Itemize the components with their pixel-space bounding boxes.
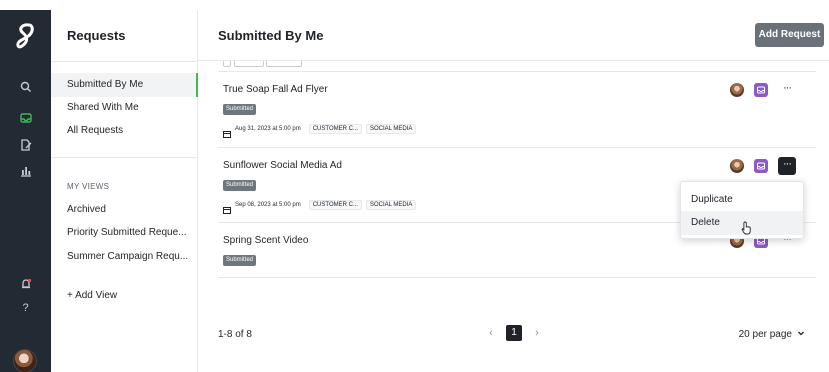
panel-title: Requests [67,28,126,43]
more-actions-button[interactable]: ··· [778,81,796,99]
help-icon[interactable]: ? [0,302,51,314]
requests-panel: Requests Submitted By Me Shared With Me … [51,10,198,372]
inbox-icon[interactable] [754,83,768,97]
pagination: ‹ 1 › [486,325,542,341]
table-row[interactable]: True Soap Fall Ad Flyer Submitted Aug 31… [218,71,816,147]
calendar-icon [223,201,231,214]
assignee-avatar[interactable] [730,83,744,97]
inbox-icon[interactable] [19,111,33,125]
edit-doc-icon[interactable] [19,138,33,152]
avatar[interactable] [13,349,37,372]
search-icon[interactable] [19,80,33,94]
panel-divider [51,157,198,158]
chart-icon[interactable] [19,164,33,178]
request-title[interactable]: Sunflower Social Media Ad [223,160,342,171]
view-item-summer-campaign[interactable]: Summer Campaign Requ... [51,245,198,269]
row-actions: ··· [730,81,796,99]
request-meta: Aug 31, 2023 at 5:00 pm CUSTOMER C... SO… [223,123,417,138]
page-button-current[interactable]: 1 [506,325,522,341]
assignee-avatar[interactable] [730,159,744,173]
add-view-button[interactable]: + Add View [67,290,117,301]
page-title: Submitted By Me [218,28,324,43]
calendar-icon [223,125,231,138]
list-divider [218,277,816,278]
tag: SOCIAL MEDIA [365,124,417,134]
scrolled-row-fragment [218,61,816,71]
row-actions: ··· [730,157,796,175]
chevron-down-icon [797,329,805,340]
request-title[interactable]: True Soap Fall Ad Flyer [223,84,328,95]
sidebar-item-all-requests[interactable]: All Requests [51,119,198,143]
app-rail: ? [0,10,51,372]
sidebar-item-submitted-by-me[interactable]: Submitted By Me [51,73,198,97]
request-meta: Sep 08, 2023 at 5:00 pm CUSTOMER C... SO… [223,199,417,214]
status-badge: Submitted [223,180,257,191]
tag: CUSTOMER C... [308,124,362,134]
due-date: Aug 31, 2023 at 5:00 pm [235,126,301,132]
add-view-label: + Add View [67,290,118,301]
chevron-left-icon[interactable]: ‹ [486,327,496,339]
more-actions-button[interactable]: ··· [778,157,796,175]
tag: CUSTOMER C... [308,200,362,210]
status-badge: Submitted [223,104,257,115]
tag: SOCIAL MEDIA [365,200,417,210]
logo-icon[interactable] [14,22,36,50]
pagination-range: 1-8 of 8 [218,329,252,340]
notification-icon[interactable] [19,277,33,291]
chevron-right-icon[interactable]: › [532,327,542,339]
sidebar-item-shared-with-me[interactable]: Shared With Me [51,96,198,120]
pointer-cursor-icon [741,221,753,235]
per-page-label: 20 per page [738,329,792,340]
menu-item-duplicate[interactable]: Duplicate [681,188,803,212]
request-title[interactable]: Spring Scent Video [223,235,308,246]
my-views-label: MY VIEWS [67,182,110,191]
panel-divider [51,61,198,62]
status-badge: Submitted [223,255,257,266]
view-item-priority[interactable]: Priority Submitted Reque... [51,221,198,245]
inbox-icon[interactable] [754,159,768,173]
due-date: Sep 08, 2023 at 5:00 pm [235,202,301,208]
view-item-archived[interactable]: Archived [51,198,198,222]
add-request-button[interactable]: Add Request [755,23,824,47]
main-header: Submitted By Me Add Request [198,10,829,61]
per-page-select[interactable]: 20 per page [739,329,805,340]
